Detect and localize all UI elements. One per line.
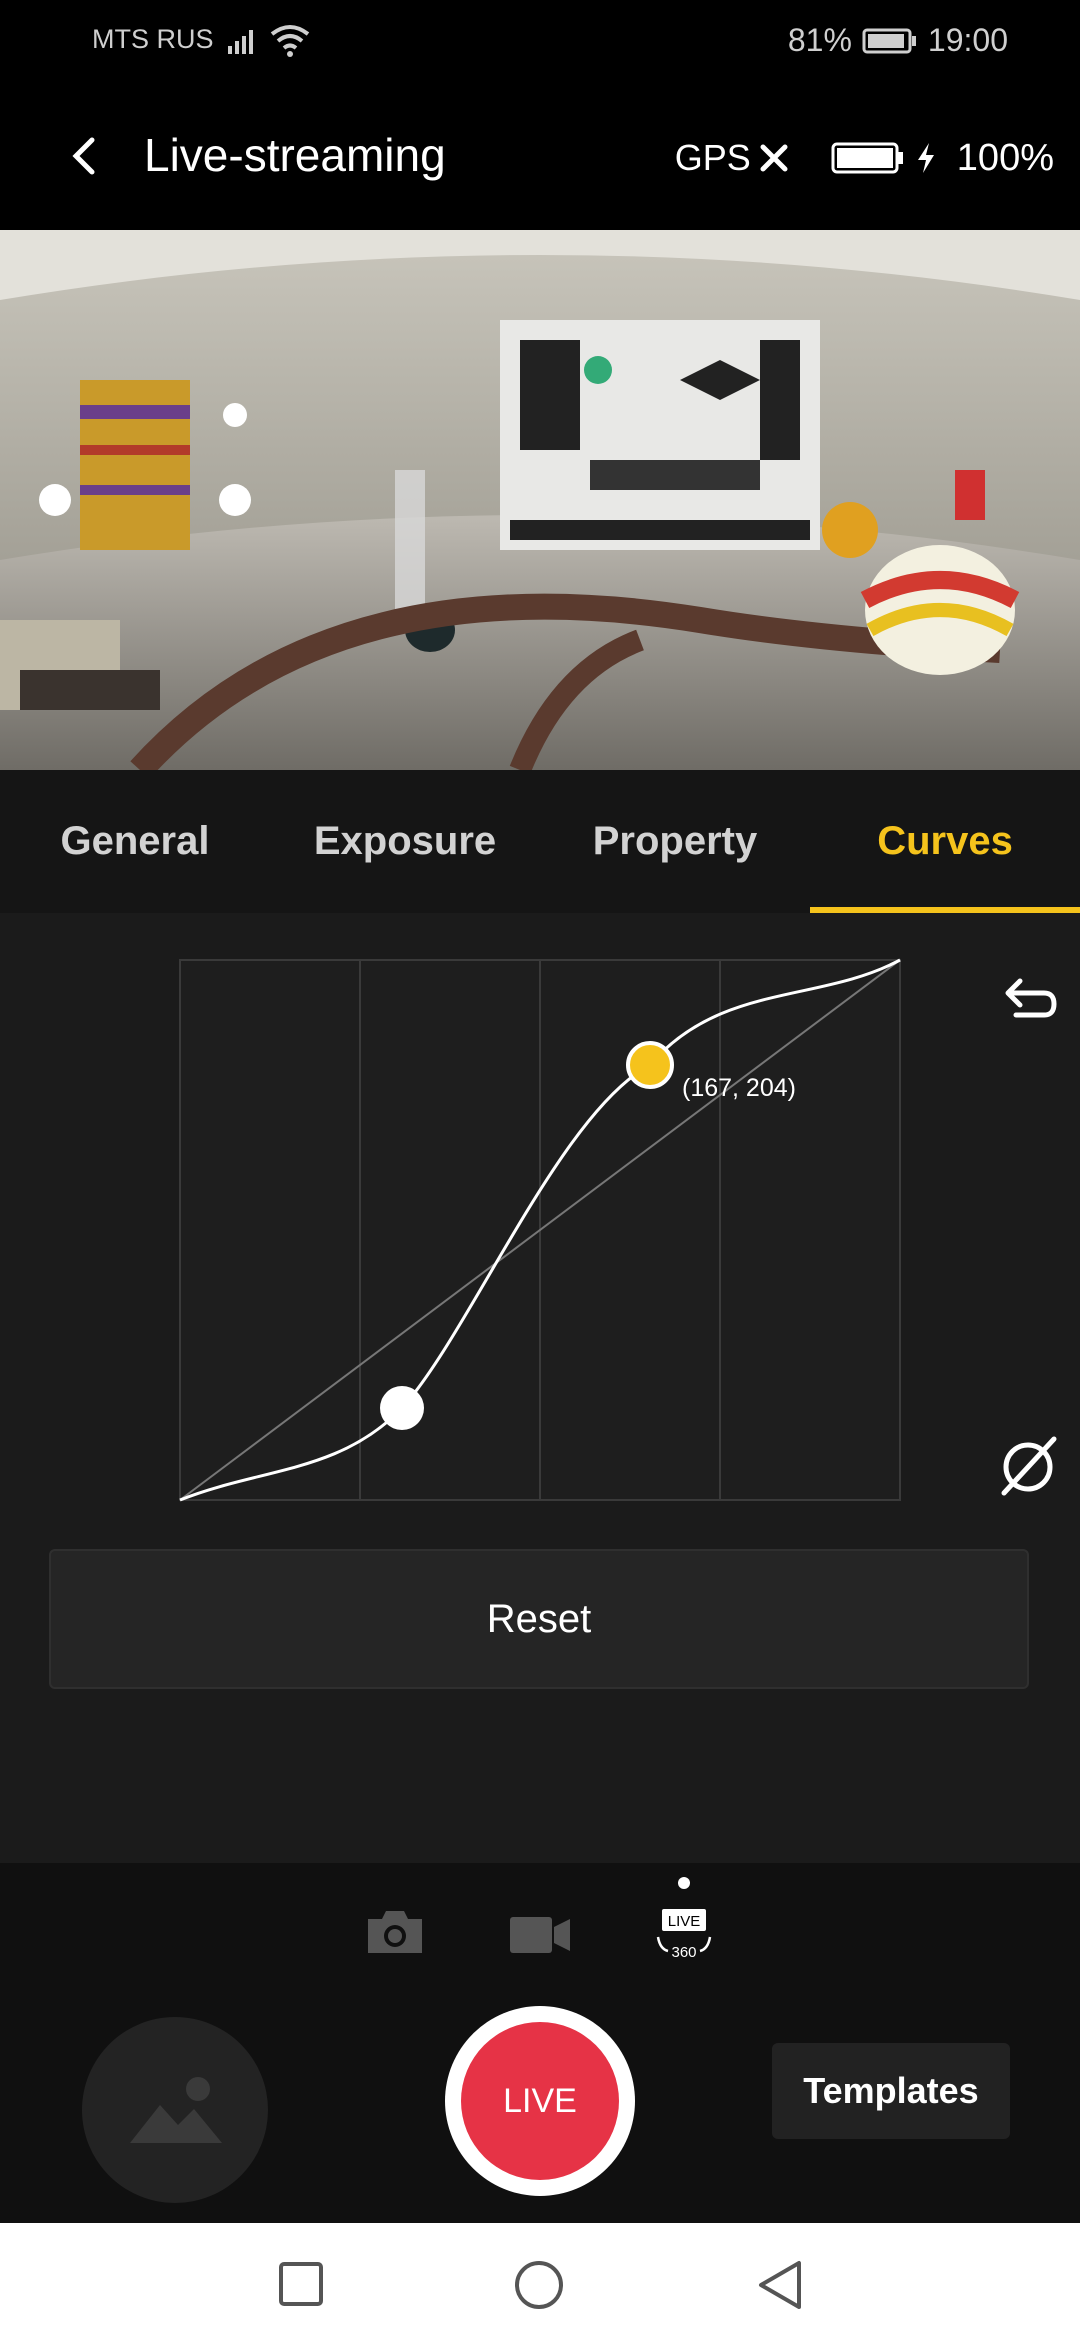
disable-curve-icon[interactable]	[996, 1433, 1060, 1497]
back-triangle-icon[interactable]	[757, 2259, 803, 2311]
charging-bolt-icon	[917, 143, 934, 173]
system-nav-bar	[0, 2223, 1080, 2340]
battery-percent: 81%	[787, 22, 852, 58]
tab-general[interactable]: General	[0, 770, 270, 913]
clock: 19:00	[927, 22, 1008, 58]
panorama-image	[0, 230, 1080, 770]
live360-mode-icon[interactable]: LIVE 360	[654, 1903, 714, 1963]
reset-button[interactable]: Reset	[49, 1549, 1029, 1689]
templates-button[interactable]: Templates	[772, 2043, 1010, 2139]
wifi-icon	[270, 25, 310, 57]
panorama-preview[interactable]	[0, 230, 1080, 770]
live-badge-sub: 360	[671, 1944, 696, 1961]
photo-mode-icon[interactable]	[364, 1907, 426, 1957]
gps-off-icon	[760, 144, 788, 172]
mode-indicator-dot	[678, 1877, 690, 1889]
signal-icon	[228, 30, 253, 54]
live-button[interactable]: LIVE	[445, 2006, 635, 2196]
active-point-label: (167, 204)	[682, 1074, 796, 1102]
gallery-button[interactable]	[82, 2017, 268, 2203]
capture-controls: LIVE 360 LIVE Templates	[0, 1863, 1080, 2223]
camera-battery-percent: 100%	[956, 136, 1054, 179]
tab-property[interactable]: Property	[540, 770, 810, 913]
recent-apps-icon[interactable]	[278, 2261, 324, 2307]
back-arrow-icon[interactable]	[56, 126, 116, 186]
tab-curves[interactable]: Curves	[810, 770, 1080, 913]
curve-point-active[interactable]	[626, 1041, 674, 1089]
gps-label: GPS	[674, 137, 751, 178]
undo-icon[interactable]	[996, 967, 1060, 1031]
tab-exposure[interactable]: Exposure	[270, 770, 540, 913]
status-bar: MTS RUS 81% 19:00	[0, 0, 1080, 84]
home-icon[interactable]	[513, 2259, 565, 2311]
curves-panel: (167, 204) Reset	[0, 913, 1080, 1863]
live-button-label: LIVE	[461, 2022, 619, 2180]
battery-icon	[862, 28, 916, 53]
curve-point-dark[interactable]	[380, 1386, 424, 1430]
page-title: Live-streaming	[144, 129, 446, 181]
image-icon	[130, 2077, 222, 2143]
curve-editor[interactable]: (167, 204)	[0, 913, 1080, 1533]
settings-tabs: General Exposure Property Curves	[0, 770, 1080, 913]
live-badge-text: LIVE	[668, 1913, 701, 1930]
camera-battery-icon	[831, 142, 903, 174]
app-bar: Live-streaming GPS 100%	[0, 84, 1080, 230]
video-mode-icon[interactable]	[508, 1913, 572, 1955]
carrier-label: MTS RUS	[92, 24, 214, 54]
